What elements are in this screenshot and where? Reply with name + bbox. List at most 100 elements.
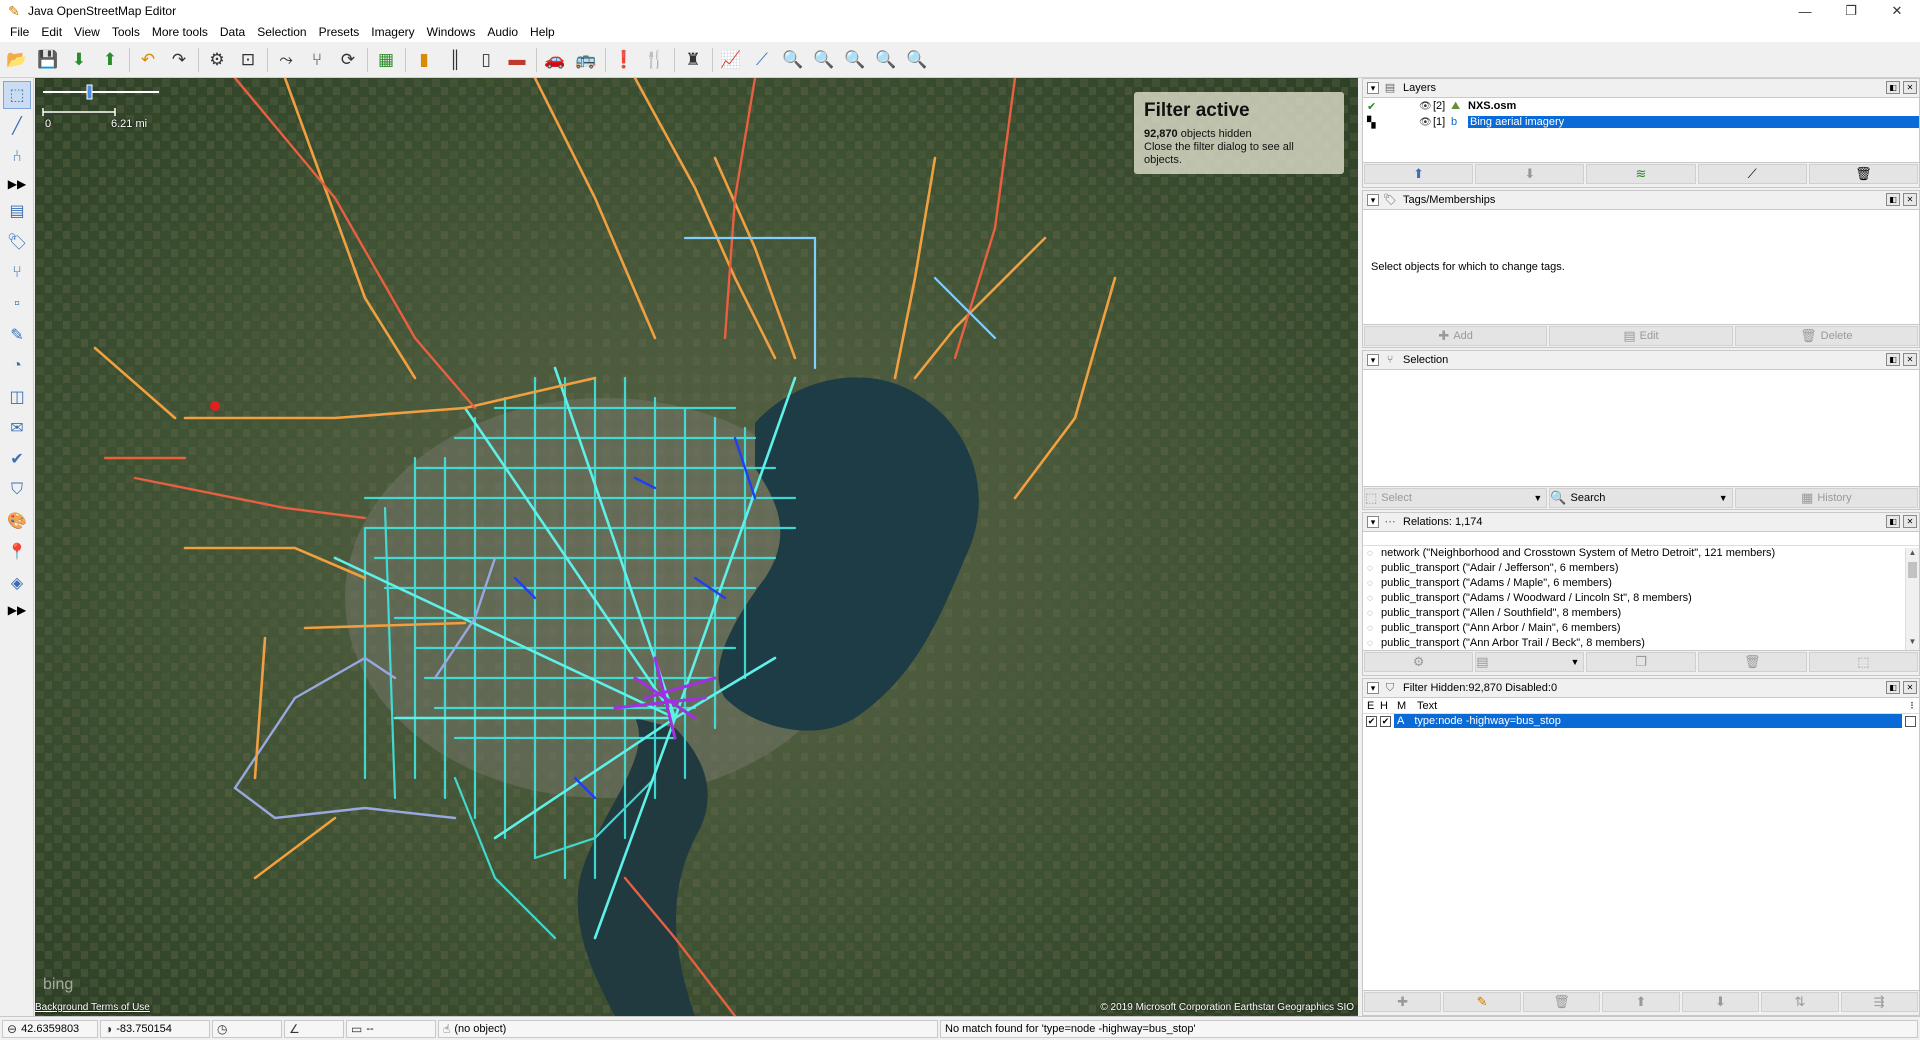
car-icon[interactable]: 🚗 — [542, 47, 568, 73]
col-text[interactable]: Text — [1417, 700, 1905, 712]
undo-icon[interactable]: ↶ — [135, 47, 161, 73]
dropdown-arrow-icon[interactable]: ▼ — [1570, 657, 1579, 667]
relation-toggle-icon[interactable]: ◈ — [3, 569, 31, 597]
more-toggles-icon[interactable]: ▶▶ — [3, 600, 31, 620]
sort-filter-button[interactable]: ⇅ — [1761, 992, 1839, 1012]
open-file-icon[interactable]: 📂 — [4, 47, 30, 73]
column-menu-icon[interactable]: ⁝ — [1905, 699, 1919, 712]
col-enabled[interactable]: E — [1363, 700, 1380, 712]
collapse-toggle-icon[interactable]: ▾ — [1367, 194, 1379, 206]
move-up-button[interactable]: ⬆ — [1364, 164, 1474, 184]
menu-selection[interactable]: Selection — [251, 22, 312, 42]
validation-toggle-icon[interactable]: ✔ — [3, 445, 31, 473]
preferences-icon[interactable]: ⚙ — [204, 47, 230, 73]
filter-toggle-icon[interactable]: ⛉ — [3, 476, 31, 504]
commands-toggle-icon[interactable]: ◔ — [3, 352, 31, 380]
collapse-toggle-icon[interactable]: ▾ — [1367, 682, 1379, 694]
menu-imagery[interactable]: Imagery — [365, 22, 420, 42]
layer-visibility-button[interactable]: ⟋ — [1697, 164, 1807, 184]
close-button[interactable]: ✕ — [1874, 0, 1920, 22]
relation-item[interactable]: ◌ public_transport ("Adams / Woodward / L… — [1363, 591, 1919, 606]
warning-icon[interactable]: ❗ — [611, 47, 637, 73]
relation-item[interactable]: ◌ public_transport ("Adams / Maple", 6 me… — [1363, 576, 1919, 591]
delete-filter-button[interactable]: 🗑 — [1522, 992, 1601, 1012]
detach-icon[interactable]: ◧ — [1886, 193, 1900, 206]
delete-layer-button[interactable]: 🗑 — [1808, 164, 1919, 184]
detach-icon[interactable]: ◧ — [1886, 353, 1900, 366]
layer-row-bing[interactable]: ▚ 👁 [1] b Bing aerial imagery — [1363, 114, 1919, 130]
zoom-to-conflict-icon[interactable]: 🔍 — [842, 47, 868, 73]
upload-icon[interactable]: ⬆ — [97, 47, 123, 73]
layer-row-nxs[interactable]: ✔ 👁 [2] ⛰ NXS.osm — [1363, 98, 1919, 114]
relation-item[interactable]: ◌ public_transport ("Ann Arbor / Main", 6… — [1363, 621, 1919, 636]
measure-icon[interactable]: ⟋ — [749, 47, 775, 73]
map-icon[interactable]: ▦ — [373, 47, 399, 73]
col-mode[interactable]: M — [1397, 700, 1417, 712]
select-mode-icon[interactable]: ⬚ — [3, 81, 31, 109]
filter-options-button[interactable]: ⇶ — [1840, 992, 1918, 1012]
dropdown-arrow-icon[interactable]: ▼ — [1719, 493, 1728, 503]
save-icon[interactable]: 💾 — [35, 47, 61, 73]
relations-filter-input[interactable] — [1363, 532, 1919, 546]
edit-relation-button[interactable]: ▤ ▼ — [1475, 652, 1585, 672]
detach-icon[interactable]: ◧ — [1886, 515, 1900, 528]
select-button[interactable]: ⬚ Select ▼ — [1364, 488, 1548, 508]
menu-tools[interactable]: Tools — [106, 22, 146, 42]
refresh-icon[interactable]: ⟳ — [335, 47, 361, 73]
edit-filter-button[interactable]: ✎ — [1443, 992, 1521, 1012]
background-terms-link[interactable]: Background Terms of Use — [35, 1002, 150, 1013]
search-button[interactable]: 🔍 Search ▼ — [1549, 488, 1733, 508]
delete-tag-button[interactable]: 🗑 Delete — [1734, 326, 1918, 346]
move-filter-up-button[interactable]: ⬆ — [1602, 992, 1680, 1012]
close-panel-icon[interactable]: ✕ — [1903, 515, 1917, 528]
relations-scrollbar[interactable]: ▲ ▼ — [1905, 548, 1919, 650]
scroll-up-icon[interactable]: ▲ — [1906, 548, 1919, 561]
download-icon[interactable]: ⬇ — [66, 47, 92, 73]
zoom-to-problem-icon[interactable]: 🔍 — [904, 47, 930, 73]
visibility-eye-icon[interactable]: 👁 — [1419, 117, 1433, 128]
author-toggle-icon[interactable]: ✎ — [3, 321, 31, 349]
lane-icon[interactable]: ║ — [442, 47, 468, 73]
collapse-toggle-icon[interactable]: ▾ — [1367, 516, 1379, 528]
filter-enabled-checkbox[interactable]: ✔ — [1366, 715, 1377, 727]
detach-icon[interactable]: ◧ — [1886, 81, 1900, 94]
add-tag-button[interactable]: ✚ Add — [1364, 326, 1548, 346]
close-panel-icon[interactable]: ✕ — [1903, 681, 1917, 694]
merge-icon[interactable]: ⑂ — [304, 47, 330, 73]
relation-item[interactable]: ◌ public_transport ("Ann Arbor Trail / Be… — [1363, 636, 1919, 651]
redo-icon[interactable]: ↷ — [166, 47, 192, 73]
detach-icon[interactable]: ◧ — [1886, 681, 1900, 694]
dropdown-arrow-icon[interactable]: ▼ — [1533, 493, 1542, 503]
move-down-button[interactable]: ⬇ — [1475, 164, 1585, 184]
collapse-toggle-icon[interactable]: ▾ — [1367, 354, 1379, 366]
relation-item[interactable]: ◌ public_transport ("Allen / Southfield",… — [1363, 606, 1919, 621]
filter-row[interactable]: ✔ ✔ Atype:node -highway=bus_stop — [1363, 714, 1919, 728]
improve-way-icon[interactable]: ⑃ — [3, 143, 31, 171]
menu-data[interactable]: Data — [214, 22, 251, 42]
layers-toggle-icon[interactable]: ▤ — [3, 197, 31, 225]
close-panel-icon[interactable]: ✕ — [1903, 81, 1917, 94]
selection-toggle-icon[interactable]: ⑂ — [3, 259, 31, 287]
menu-more-tools[interactable]: More tools — [146, 22, 214, 42]
castle-icon[interactable]: ♜ — [680, 47, 706, 73]
edit-tag-button[interactable]: ▤ Edit — [1549, 326, 1733, 346]
relation-item[interactable]: ◌ network ("Neighborhood and Crosstown Sy… — [1363, 546, 1919, 561]
menu-edit[interactable]: Edit — [35, 22, 68, 42]
minimize-button[interactable]: — — [1782, 0, 1828, 22]
scroll-down-icon[interactable]: ▼ — [1906, 637, 1919, 650]
elevation-icon[interactable]: 📈 — [718, 47, 744, 73]
marker-toggle-icon[interactable]: 📍 — [3, 538, 31, 566]
select-relation-button[interactable]: ⬚ — [1808, 652, 1919, 672]
scroll-thumb[interactable] — [1908, 562, 1917, 578]
bus-icon[interactable]: 🚌 — [573, 47, 599, 73]
filter-hidden-checkbox[interactable]: ✔ — [1380, 715, 1391, 727]
col-hidden[interactable]: H — [1380, 700, 1397, 712]
close-panel-icon[interactable]: ✕ — [1903, 193, 1917, 206]
activate-layer-button[interactable]: ≋ — [1586, 164, 1696, 184]
filter-inverted-checkbox[interactable] — [1905, 715, 1916, 727]
menu-presets[interactable]: Presets — [313, 22, 366, 42]
map-view[interactable]: 0 6.21 mi Filter active 92,870 objects h… — [35, 78, 1358, 1016]
railway-icon[interactable]: ▬ — [504, 47, 530, 73]
traffic-light-icon[interactable]: ▮ — [411, 47, 437, 73]
history-button[interactable]: ▦ History — [1734, 488, 1918, 508]
